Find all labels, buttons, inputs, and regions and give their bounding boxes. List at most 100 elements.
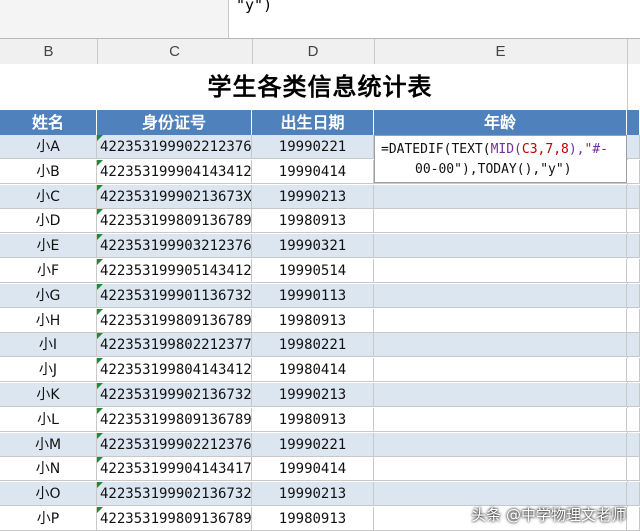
cell-next-column[interactable]	[627, 283, 640, 308]
header-birth[interactable]: 出生日期	[252, 110, 374, 135]
cell-age[interactable]	[374, 358, 627, 383]
cell-birth-date[interactable]: 19980221	[252, 333, 374, 358]
cell-id-number[interactable]: 422353199904143417	[97, 457, 252, 482]
name-box-area[interactable]	[0, 0, 229, 38]
cell-age[interactable]	[374, 432, 627, 457]
cell-next-column[interactable]	[627, 159, 640, 184]
table-row: 小M 422353199902212376 19990221	[0, 432, 640, 457]
cell-id-number[interactable]: 422353199804143412	[97, 358, 252, 383]
cell-next-column[interactable]	[627, 383, 640, 407]
cell-name[interactable]: 小K	[0, 383, 97, 407]
cell-birth-date[interactable]: 19990321	[252, 234, 374, 259]
cell-next-column[interactable]	[627, 457, 640, 482]
title-row[interactable]: 学生各类信息统计表	[0, 64, 640, 111]
cell-name[interactable]: 小N	[0, 457, 97, 482]
cell-birth-date[interactable]: 19990221	[252, 432, 374, 457]
table-row: 小N 422353199904143417 19990414	[0, 457, 640, 482]
cell-name[interactable]: 小I	[0, 333, 97, 358]
cell-id-number[interactable]: 422353199809136789	[97, 209, 252, 234]
cell-next-column[interactable]	[627, 259, 640, 283]
table-row: 小G 422353199901136732 19990113	[0, 283, 640, 308]
cell-name[interactable]: 小O	[0, 482, 97, 507]
formula-bar-text[interactable]: "y")	[236, 0, 272, 14]
cell-birth-date[interactable]: 19980913	[252, 308, 374, 333]
cell-birth-date[interactable]: 19990213	[252, 383, 374, 407]
cell-id-number[interactable]: 422353199903212376	[97, 234, 252, 259]
cell-name[interactable]: 小J	[0, 358, 97, 383]
column-header-e[interactable]: E	[374, 39, 628, 64]
cell-birth-date[interactable]: 19980913	[252, 507, 374, 531]
error-indicator-icon	[97, 457, 103, 464]
cell-id-number[interactable]: 422353199902136732	[97, 482, 252, 507]
cell-birth-date[interactable]: 19990213	[252, 184, 374, 209]
formula-edit-box[interactable]: =DATEDIF(TEXT(MID(C3,7,8),"#- 00-00"),TO…	[374, 135, 627, 183]
cell-id-number[interactable]: 422353199809136789	[97, 407, 252, 432]
cell-age[interactable]	[374, 184, 627, 209]
cell-id-number[interactable]: 422353199901136732	[97, 283, 252, 308]
cell-name[interactable]: 小F	[0, 259, 97, 283]
cell-birth-date[interactable]: 19990414	[252, 457, 374, 482]
header-age[interactable]: 年龄	[374, 110, 627, 135]
cell-name[interactable]: 小L	[0, 407, 97, 432]
cell-next-column[interactable]	[627, 308, 640, 333]
cell-birth-date[interactable]: 19980913	[252, 209, 374, 234]
cell-name[interactable]: 小H	[0, 308, 97, 333]
column-header-b[interactable]: B	[0, 39, 98, 64]
header-id[interactable]: 身份证号	[97, 110, 252, 135]
cell-age[interactable]	[374, 308, 627, 333]
cell-birth-date[interactable]: 19990414	[252, 159, 374, 184]
cell-name[interactable]: 小D	[0, 209, 97, 234]
cell-next-column[interactable]	[627, 333, 640, 358]
cell-age[interactable]	[374, 383, 627, 407]
cell-id-number[interactable]: 422353199905143412	[97, 259, 252, 283]
cell-next-column[interactable]	[627, 407, 640, 432]
cell-birth-date[interactable]: 19980414	[252, 358, 374, 383]
cell-birth-date[interactable]: 19990221	[252, 135, 374, 159]
cell-next-column[interactable]	[627, 234, 640, 259]
cell-name[interactable]: 小P	[0, 507, 97, 531]
column-header-d[interactable]: D	[252, 39, 375, 64]
cell-name[interactable]: 小G	[0, 283, 97, 308]
cell-next-column[interactable]	[627, 209, 640, 234]
header-name[interactable]: 姓名	[0, 110, 97, 135]
cell-id-number[interactable]: 42235319990213673X	[97, 184, 252, 209]
cell-birth-date[interactable]: 19980913	[252, 407, 374, 432]
header-next-column[interactable]	[627, 110, 640, 135]
cell-next-column[interactable]	[627, 482, 640, 507]
cell-next-column[interactable]	[627, 507, 640, 531]
cell-name[interactable]: 小B	[0, 159, 97, 184]
cell-id-number[interactable]: 422353199902136732	[97, 383, 252, 407]
cell-age[interactable]	[374, 209, 627, 234]
cell-birth-date[interactable]: 19990113	[252, 283, 374, 308]
cell-id-number[interactable]: 422353199902212376	[97, 135, 252, 159]
formula-part-close: ),"#-	[568, 142, 608, 157]
cell-next-column[interactable]	[627, 432, 640, 457]
cell-age[interactable]	[374, 457, 627, 482]
cell-next-column[interactable]	[627, 358, 640, 383]
error-indicator-icon	[97, 383, 103, 389]
cell-name[interactable]: 小A	[0, 135, 97, 159]
cell-age[interactable]	[374, 283, 627, 308]
cell-name[interactable]: 小M	[0, 432, 97, 457]
error-indicator-icon	[97, 259, 103, 265]
cell-id-number[interactable]: 422353199809136789	[97, 507, 252, 531]
cell-id-number[interactable]: 422353199904143412	[97, 159, 252, 184]
cell-id-number[interactable]: 422353199902212376	[97, 432, 252, 457]
cell-age[interactable]	[374, 407, 627, 432]
cell-id-number[interactable]: 422353199809136789	[97, 308, 252, 333]
cell-age[interactable]	[374, 234, 627, 259]
error-indicator-icon	[97, 432, 103, 439]
cell-age[interactable]	[374, 482, 627, 507]
cell-birth-date[interactable]: 19990514	[252, 259, 374, 283]
cell-next-column[interactable]	[627, 135, 640, 159]
cell-next-column[interactable]	[627, 184, 640, 209]
cell-age[interactable]	[374, 333, 627, 358]
cell-age[interactable]	[374, 259, 627, 283]
table-row: 小L 422353199809136789 19980913	[0, 407, 640, 432]
column-header-c[interactable]: C	[97, 39, 253, 64]
cell-name[interactable]: 小C	[0, 184, 97, 209]
cell-id-number[interactable]: 422353199802212377	[97, 333, 252, 358]
cell-birth-date[interactable]: 19990213	[252, 482, 374, 507]
formula-line-1: =DATEDIF(TEXT(MID(C3,7,8),"#-	[381, 140, 620, 160]
cell-name[interactable]: 小E	[0, 234, 97, 259]
